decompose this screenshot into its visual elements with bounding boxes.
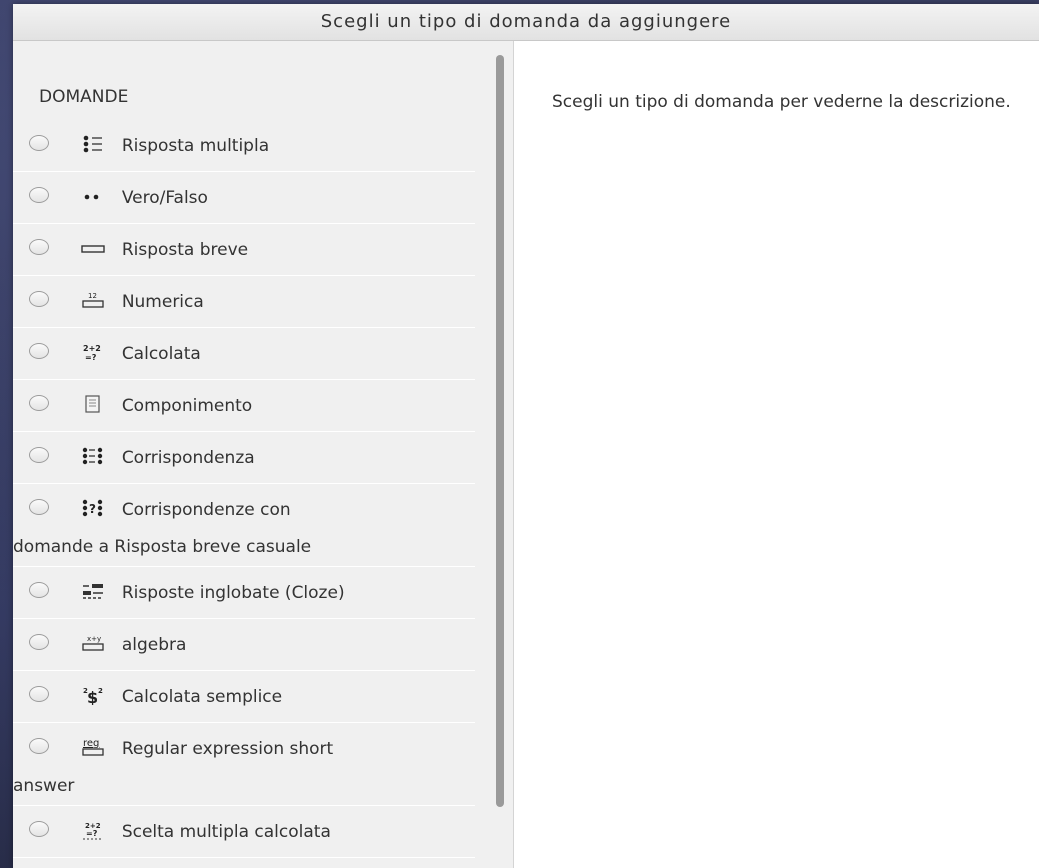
svg-text:12: 12 [88,292,97,300]
shortanswer-icon [81,245,106,253]
option-shortanswer[interactable]: Risposta breve [13,224,475,276]
option-label: Numerica [121,292,204,312]
option-regexp[interactable]: reg Regular expression short answer [13,723,475,806]
radio-button[interactable] [29,634,49,650]
option-label-continued: answer [13,776,75,796]
randomsamatch-icon: ? [83,499,103,517]
calculated-icon: 2+2 =? [83,344,101,362]
calculatedsimple-icon: 2 $ 2 [83,687,103,705]
radio-button[interactable] [29,738,49,754]
svg-text:?: ? [89,502,96,516]
radio-button[interactable] [29,239,49,255]
option-label-continued: domande a Risposta breve casuale [13,537,312,557]
question-type-list: Risposta multipla Vero/Falso Risposta br… [13,120,475,858]
option-calculatedmulti[interactable]: 2+2 =? Scelta multipla calcolata [13,806,475,858]
option-numerical[interactable]: 12 Numerica [13,276,475,328]
svg-text:reg: reg [83,738,99,749]
section-title: DOMANDE [39,87,129,107]
scrollbar-thumb[interactable] [496,55,504,807]
radio-button[interactable] [29,135,49,151]
option-label: Corrispondenze con [121,500,291,520]
question-chooser-dialog: Scegli un tipo di domanda da aggiungere … [13,4,1039,868]
option-label: Componimento [121,396,253,416]
svg-text:2+2: 2+2 [83,344,101,353]
algebra-icon: x+y [82,635,105,651]
numerical-icon: 12 [82,292,105,308]
radio-button[interactable] [29,343,49,359]
radio-button[interactable] [29,447,49,463]
radio-button[interactable] [29,686,49,702]
svg-text:=?: =? [85,353,97,362]
radio-button[interactable] [29,582,49,598]
essay-icon [85,395,101,413]
option-label: Corrispondenza [121,448,255,468]
option-algebra[interactable]: x+y algebra [13,619,475,671]
option-label: Risposta breve [121,240,249,260]
option-essay[interactable]: Componimento [13,380,475,432]
svg-text:$: $ [87,688,98,705]
regexp-icon: reg [82,738,105,756]
option-label: Risposta multipla [121,136,270,156]
list-scrollbar[interactable] [491,41,514,868]
option-multichoice[interactable]: Risposta multipla [13,120,475,172]
option-randomsamatch[interactable]: ? Corrispondenze con domande a Risposta … [13,484,475,567]
radio-button[interactable] [29,187,49,203]
dialog-title: Scegli un tipo di domanda da aggiungere [13,4,1039,41]
radio-button[interactable] [29,821,49,837]
svg-text:x+y: x+y [87,635,101,643]
option-label: Vero/Falso [121,188,208,208]
multichoice-icon [84,135,103,153]
option-label: Calcolata [121,344,201,364]
description-panel: Scegli un tipo di domanda per vederne la… [514,41,1039,868]
multianswer-icon [83,584,104,599]
option-label: Scelta multipla calcolata [121,822,331,842]
option-calculated[interactable]: 2+2 =? Calcolata [13,328,475,380]
option-label: Regular expression short [121,739,334,759]
description-text: Scegli un tipo di domanda per vederne la… [552,92,1011,112]
option-truefalse[interactable]: Vero/Falso [13,172,475,224]
truefalse-icon [85,194,99,200]
calculatedmulti-icon: 2+2 =? [83,822,104,840]
radio-button[interactable] [29,291,49,307]
radio-button[interactable] [29,499,49,515]
svg-text:=?: =? [86,829,98,838]
option-label: algebra [121,635,187,655]
svg-text:2: 2 [98,687,103,695]
match-icon [83,447,103,465]
option-calculatedsimple[interactable]: 2 $ 2 Calcolata semplice [13,671,475,723]
radio-button[interactable] [29,395,49,411]
question-type-list-panel: DOMANDE Risposta multipla Vero/Falso Ris… [13,41,491,868]
option-multianswer[interactable]: Risposte inglobate (Cloze) [13,567,475,619]
option-label: Risposte inglobate (Cloze) [121,583,345,603]
option-label: Calcolata semplice [121,687,283,707]
option-match[interactable]: Corrispondenza [13,432,475,484]
